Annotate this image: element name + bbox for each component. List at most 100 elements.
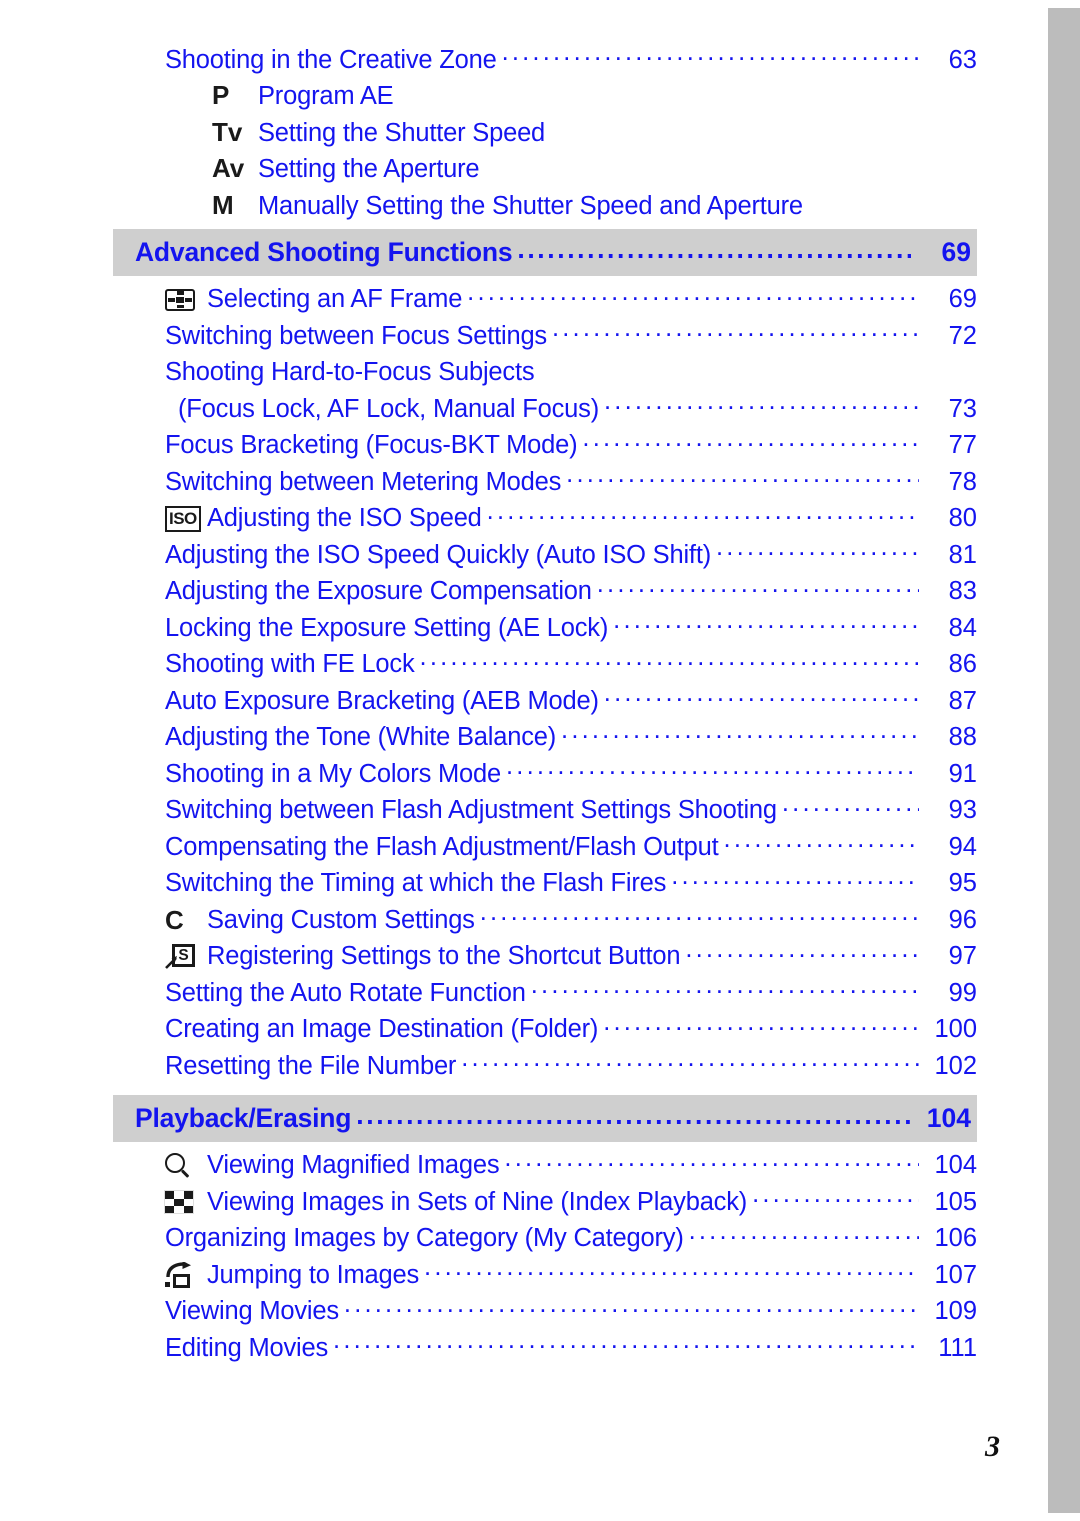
toc-entry[interactable]: Editing Movies 111 — [165, 1330, 977, 1367]
toc-entry[interactable]: Adjusting the ISO Speed Quickly (Auto IS… — [165, 537, 977, 574]
toc-entry[interactable]: Switching between Metering Modes 78 — [165, 464, 977, 501]
mode-m-icon: M — [212, 189, 234, 220]
toc-entry[interactable]: P Program AE — [212, 79, 977, 116]
toc-entry-jumping-to-images[interactable]: Jumping to Images 107 — [165, 1257, 977, 1294]
mode-c-icon: C — [165, 905, 207, 935]
af-frame-icon — [165, 285, 207, 315]
jump-icon — [165, 1260, 207, 1290]
toc-entry-label: Viewing Images in Sets of Nine (Index Pl… — [207, 1187, 748, 1216]
toc-entry[interactable]: (Focus Lock, AF Lock, Manual Focus) 73 — [178, 391, 977, 428]
toc-entry-page: 84 — [948, 613, 977, 642]
toc-entry-page: 91 — [948, 759, 977, 788]
toc-entry-page: 96 — [948, 905, 977, 934]
toc-entry-selecting-af-frame[interactable]: Selecting an AF Frame 69 — [165, 282, 977, 319]
toc-entry-registering-shortcut[interactable]: S Registering Settings to the Shortcut B… — [165, 939, 977, 976]
toc-entry-label: Adjusting the ISO Speed — [207, 504, 482, 532]
toc-entry-label: Resetting the File Number — [165, 1051, 457, 1080]
toc-entry-label: Switching the Timing at which the Flash … — [165, 869, 667, 897]
toc-entry-page: 95 — [948, 869, 977, 897]
toc-entry[interactable]: Compensating the Flash Adjustment/Flash … — [165, 829, 977, 866]
toc-entry-label: Creating an Image Destination (Folder) — [165, 1015, 599, 1043]
toc-entry[interactable]: Viewing Movies 109 — [165, 1294, 977, 1331]
dot-leader — [487, 501, 919, 527]
toc-entry-label: Locking the Exposure Setting (AE Lock) — [165, 613, 609, 642]
toc-entry-label: Auto Exposure Bracketing (AEB Mode) — [165, 686, 599, 715]
toc-entry-label: Adjusting the Tone (White Balance) — [165, 723, 557, 751]
toc-entry[interactable]: Creating an Image Destination (Folder) 1… — [165, 1012, 977, 1049]
toc-entry-label: (Focus Lock, AF Lock, Manual Focus) — [178, 394, 599, 423]
page-side-tab — [1048, 8, 1080, 1513]
toc-entry-label: Setting the Aperture — [258, 155, 480, 183]
dot-leader — [561, 720, 919, 746]
toc-entry[interactable]: Setting the Auto Rotate Function 99 — [165, 975, 977, 1012]
dot-leader — [420, 647, 919, 673]
toc-entry[interactable]: Adjusting the Exposure Compensation 83 — [165, 574, 977, 611]
toc-entry-label: Switching between Focus Settings — [165, 321, 547, 350]
section-header-playback-erasing[interactable]: Playback/Erasing 104 — [113, 1094, 977, 1142]
toc-entry-page: 87 — [948, 686, 977, 715]
toc-entry-page: 102 — [934, 1051, 977, 1080]
toc-entry-adjusting-iso-speed[interactable]: ISO Adjusting the ISO Speed 80 — [165, 501, 977, 538]
dot-leader — [671, 866, 919, 892]
toc-entry[interactable]: Switching between Focus Settings 72 — [165, 318, 977, 355]
toc-entry-page: 100 — [934, 1015, 977, 1043]
section-header-advanced-shooting-functions[interactable]: Advanced Shooting Functions 69 — [113, 228, 977, 276]
toc-entry[interactable]: Shooting Hard-to-Focus Subjects — [165, 355, 977, 392]
arrow-up-left-icon — [165, 956, 177, 970]
toc-entry-page: 63 — [948, 45, 977, 74]
toc-entry-label: Compensating the Flash Adjustment/Flash … — [165, 832, 719, 861]
toc-entry[interactable]: M Manually Setting the Shutter Speed and… — [212, 188, 977, 225]
dot-leader — [550, 115, 919, 141]
toc-entry[interactable]: Locking the Exposure Setting (AE Lock) 8… — [165, 610, 977, 647]
toc-entry-page: 73 — [948, 394, 977, 423]
toc-entry-label: Setting the Shutter Speed — [258, 118, 546, 147]
toc-entry-page: 86 — [948, 650, 977, 678]
section-page: 104 — [926, 1102, 971, 1133]
toc-entry-label: Selecting an AF Frame — [207, 285, 463, 313]
toc-entry-page: 109 — [934, 1297, 977, 1325]
toc-entry[interactable]: Tv Setting the Shutter Speed — [212, 115, 977, 152]
toc-entry-page: 80 — [948, 504, 977, 532]
toc-entry[interactable]: Auto Exposure Bracketing (AEB Mode) 87 — [165, 683, 977, 720]
dot-leader — [604, 683, 919, 709]
toc-entry[interactable]: Shooting with FE Lock 86 — [165, 647, 977, 684]
toc-entry[interactable]: Shooting in a My Colors Mode 91 — [165, 756, 977, 793]
toc-entry[interactable]: Switching between Flash Adjustment Setti… — [165, 793, 977, 830]
dot-leader — [517, 239, 911, 266]
dot-leader — [461, 1048, 919, 1074]
toc-entry[interactable]: Resetting the File Number 102 — [165, 1048, 977, 1085]
iso-icon-text: ISO — [165, 505, 201, 532]
toc-entry-label: Adjusting the ISO Speed Quickly (Auto IS… — [165, 540, 711, 569]
toc-entry-page: 83 — [948, 577, 977, 605]
toc-entry-label: Adjusting the Exposure Compensation — [165, 577, 592, 605]
toc-entry-label: Shooting with FE Lock — [165, 650, 415, 678]
dot-leader — [504, 1148, 919, 1174]
dot-leader — [480, 902, 919, 928]
dot-leader — [539, 355, 919, 381]
manual-toc-page: Shooting in the Creative Zone 63 P Progr… — [0, 0, 1080, 1521]
toc-entry-page: 88 — [948, 723, 977, 751]
toc-entry-label: Shooting in the Creative Zone — [165, 45, 497, 74]
toc-entry-page: 94 — [948, 832, 977, 861]
toc-entry-label: Registering Settings to the Shortcut But… — [207, 942, 681, 970]
toc-entry[interactable]: Switching the Timing at which the Flash … — [165, 866, 977, 903]
dot-leader — [484, 152, 919, 178]
toc-entry[interactable]: Av Setting the Aperture — [212, 152, 977, 189]
toc-entry[interactable]: Focus Bracketing (Focus-BKT Mode) 77 — [165, 428, 977, 465]
toc-entry-label: Organizing Images by Category (My Catego… — [165, 1224, 684, 1252]
toc-entry-label: Saving Custom Settings — [207, 905, 475, 934]
toc-entry-page: 81 — [948, 540, 977, 569]
toc-entry-label: Setting the Auto Rotate Function — [165, 978, 526, 1007]
toc-entry-index-playback[interactable]: Viewing Images in Sets of Nine (Index Pl… — [164, 1184, 977, 1221]
toc-entry-saving-custom-settings[interactable]: C Saving Custom Settings 96 — [165, 902, 977, 939]
toc-entry[interactable]: Shooting in the Creative Zone 63 — [165, 42, 977, 79]
dot-leader — [552, 318, 919, 344]
toc-entry-label: Shooting Hard-to-Focus Subjects — [165, 358, 535, 386]
toc-entry-viewing-magnified-images[interactable]: Viewing Magnified Images 104 — [165, 1148, 977, 1185]
iso-icon: ISO — [165, 504, 207, 534]
toc-entry[interactable]: Organizing Images by Category (My Catego… — [165, 1221, 977, 1258]
toc-entry[interactable]: Adjusting the Tone (White Balance) 88 — [165, 720, 977, 757]
dot-leader — [531, 975, 919, 1001]
dot-leader — [689, 1221, 919, 1247]
table-of-contents: Shooting in the Creative Zone 63 P Progr… — [0, 0, 1048, 1367]
